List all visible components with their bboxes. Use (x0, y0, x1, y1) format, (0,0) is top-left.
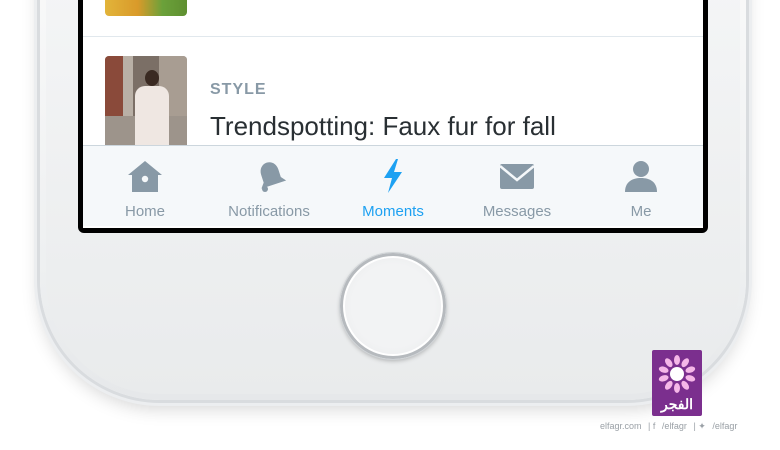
twitter-handle: /elfagr (712, 421, 738, 431)
thumbnail-image (105, 0, 187, 16)
list-item[interactable]: STYLE Trendspotting: Faux fur for fall (83, 37, 703, 148)
envelope-icon (499, 164, 535, 189)
tab-label: Home (124, 203, 165, 220)
phone-screen: STYLE Trendspotting: Faux fur for fall H… (78, 0, 708, 233)
facebook-icon: | f (648, 421, 656, 431)
tab-moments[interactable]: Moments (331, 146, 455, 226)
item-category: STYLE (210, 81, 267, 98)
site-logo: الفجر (652, 350, 702, 416)
app-screen: STYLE Trendspotting: Faux fur for fall H… (83, 0, 703, 228)
sunflower-icon (658, 355, 696, 393)
home-icon (128, 161, 162, 192)
tab-messages[interactable]: Messages (455, 146, 579, 226)
tab-notifications[interactable]: Notifications (207, 146, 331, 226)
tab-label: Notifications (228, 203, 310, 220)
home-button[interactable] (340, 253, 446, 359)
site-url: elfagr.com (600, 421, 642, 431)
thumbnail-image (105, 56, 187, 148)
bell-icon (260, 162, 287, 192)
tab-label: Moments (362, 203, 424, 220)
tab-me[interactable]: Me (579, 146, 703, 226)
item-headline[interactable]: Trendspotting: Faux fur for fall (210, 111, 556, 142)
list-item-previous[interactable] (83, 0, 703, 37)
tab-label: Me (630, 203, 652, 220)
tab-home[interactable]: Home (83, 146, 207, 226)
tab-label: Messages (482, 203, 552, 220)
facebook-handle: /elfagr (661, 421, 687, 431)
lightning-icon (384, 159, 402, 193)
person-icon (625, 161, 657, 192)
logo-text: الفجر (661, 396, 693, 412)
twitter-icon: | ✦ (693, 421, 706, 431)
watermark-footer: elfagr.com | f /elfagr | ✦ /elfagr (600, 421, 741, 432)
tab-bar: Home Notifications Moments Messages Me (83, 145, 703, 226)
